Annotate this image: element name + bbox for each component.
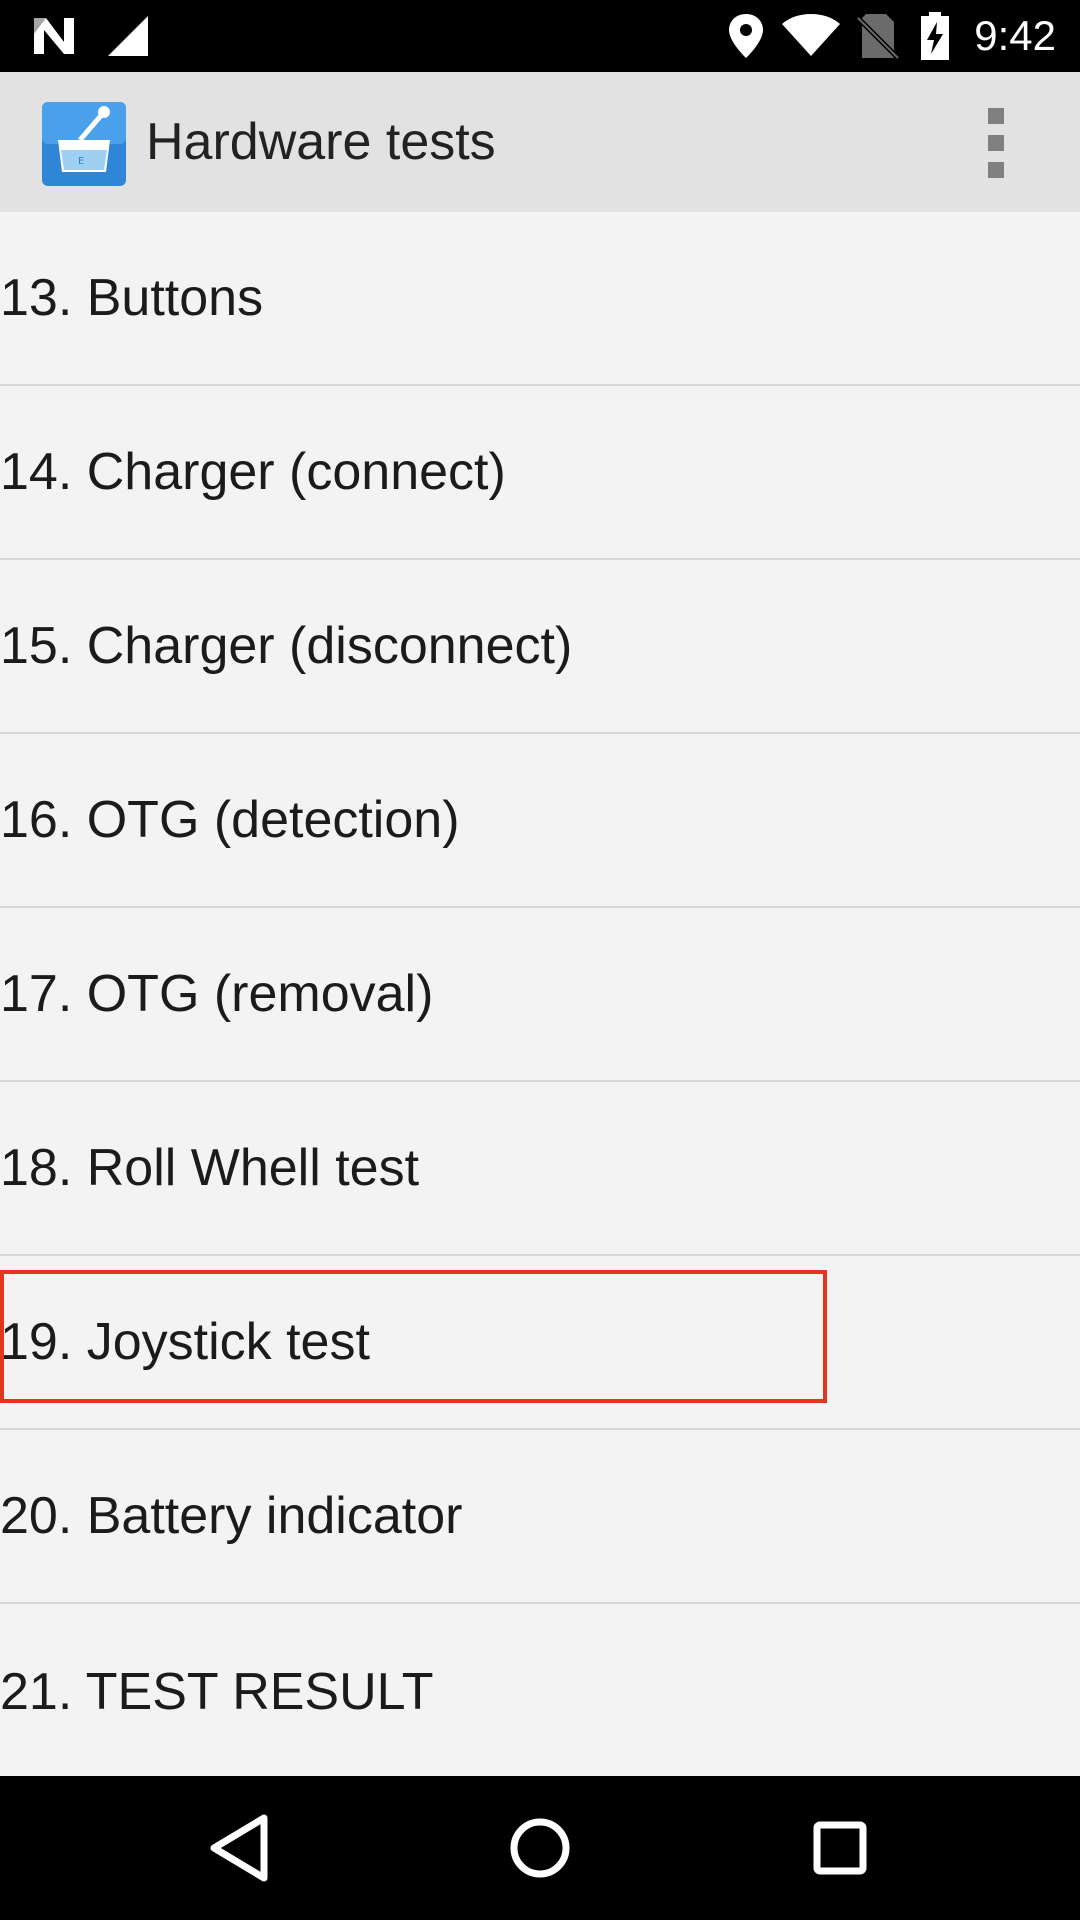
signal-icon	[108, 16, 148, 56]
test-item-joystick[interactable]: 19. Joystick test	[0, 1256, 1080, 1430]
test-item-label: 15. Charger (disconnect)	[0, 617, 573, 675]
app-title: Hardware tests	[146, 113, 496, 171]
test-item-battery-indicator[interactable]: 20. Battery indicator	[0, 1430, 1080, 1604]
test-item-label: 18. Roll Whell test	[0, 1139, 420, 1197]
location-icon	[729, 14, 763, 58]
app-bar: E Hardware tests	[0, 72, 1080, 212]
test-item-label: 20. Battery indicator	[0, 1487, 463, 1545]
test-item-label: 19. Joystick test	[0, 1313, 370, 1371]
test-item-charger-connect[interactable]: 14. Charger (connect)	[0, 386, 1080, 560]
wifi-icon	[782, 14, 840, 56]
recents-icon[interactable]	[790, 1798, 890, 1898]
back-icon[interactable]	[190, 1798, 290, 1898]
home-icon[interactable]	[490, 1798, 590, 1898]
test-item-otg-removal[interactable]: 17. OTG (removal)	[0, 908, 1080, 1082]
n-logo-icon	[34, 18, 74, 54]
test-item-label: 13. Buttons	[0, 269, 264, 327]
test-item-charger-disconnect[interactable]: 15. Charger (disconnect)	[0, 560, 1080, 734]
test-item-buttons[interactable]: 13. Buttons	[0, 212, 1080, 386]
test-item-roll-wheel[interactable]: 18. Roll Whell test	[0, 1082, 1080, 1256]
battery-charging-icon	[921, 12, 949, 60]
test-item-label: 21. TEST RESULT	[0, 1663, 434, 1721]
test-item-test-result[interactable]: 21. TEST RESULT	[0, 1604, 1080, 1782]
test-item-label: 17. OTG (removal)	[0, 965, 434, 1023]
status-bar: 9:42	[0, 0, 1080, 72]
test-item-otg-detection[interactable]: 16. OTG (detection)	[0, 734, 1080, 908]
navigation-bar	[0, 1776, 1080, 1920]
no-sim-icon	[856, 14, 900, 60]
test-item-label: 16. OTG (detection)	[0, 791, 460, 849]
overflow-menu-icon[interactable]	[976, 108, 1016, 178]
hardware-tests-app-icon[interactable]: E	[40, 100, 128, 188]
test-item-label: 14. Charger (connect)	[0, 443, 506, 501]
hardware-test-list: 13. Buttons 14. Charger (connect) 15. Ch…	[0, 212, 1080, 1782]
status-time: 9:42	[974, 12, 1056, 59]
svg-text:E: E	[78, 156, 84, 167]
